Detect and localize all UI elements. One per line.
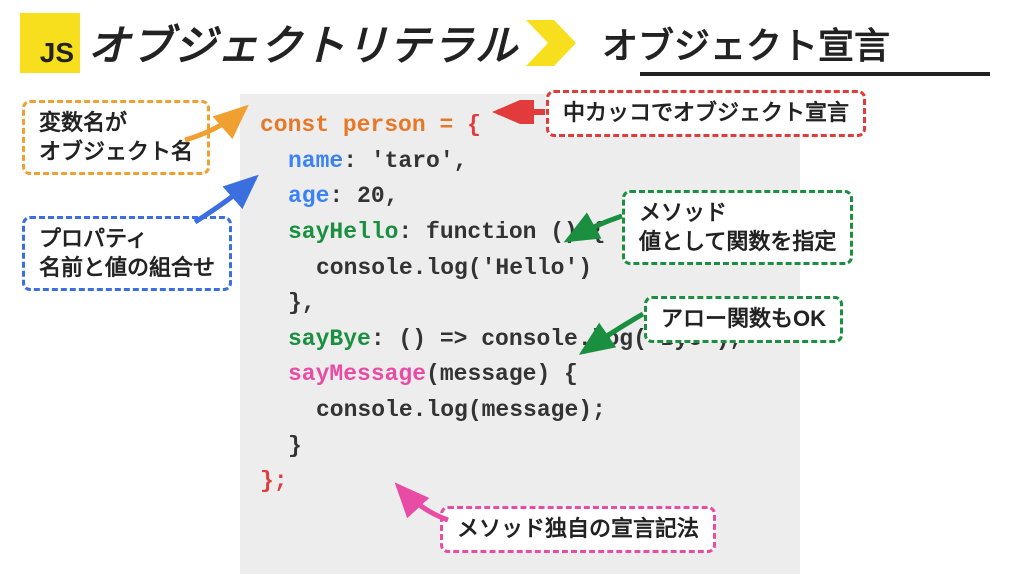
code-name-key: name [288, 148, 343, 174]
code-saybye-key: sayBye [288, 326, 371, 352]
code-age-val: : 20, [329, 183, 398, 209]
code-end: }; [260, 468, 288, 494]
callout-shorthand: メソッド独自の宣言記法 [440, 506, 716, 553]
callout-property: プロパティ 名前と値の組合せ [22, 216, 232, 291]
code-saymessage-key: sayMessage [288, 361, 426, 387]
code-sayhello-key: sayHello [288, 219, 398, 245]
code-eq: = [439, 112, 453, 138]
title-sub: オブジェクト宣言 [602, 17, 890, 69]
title-underline [640, 72, 990, 76]
code-console-msg: console.log(message); [316, 393, 780, 429]
js-badge-icon: JS [20, 13, 80, 73]
js-badge-text: JS [40, 37, 74, 69]
code-const: const [260, 112, 329, 138]
code-saymessage-val: (message) { [426, 361, 578, 387]
title-main: オブジェクトリテラル [88, 12, 518, 73]
callout-arrow-fn: アロー関数もOK [644, 296, 843, 343]
code-braceclose2: } [288, 429, 780, 465]
code-person: person [343, 112, 426, 138]
code-sayhello-val: : function () { [398, 219, 605, 245]
chevron-icon [526, 20, 586, 66]
code-age-key: age [288, 183, 329, 209]
callout-braces: 中カッコでオブジェクト宣言 [546, 90, 866, 137]
callout-variable-name: 変数名が オブジェクト名 [22, 100, 210, 175]
code-brace-open: { [467, 112, 481, 138]
callout-method: メソッド 値として関数を指定 [622, 190, 853, 265]
code-name-val: : 'taro', [343, 148, 467, 174]
